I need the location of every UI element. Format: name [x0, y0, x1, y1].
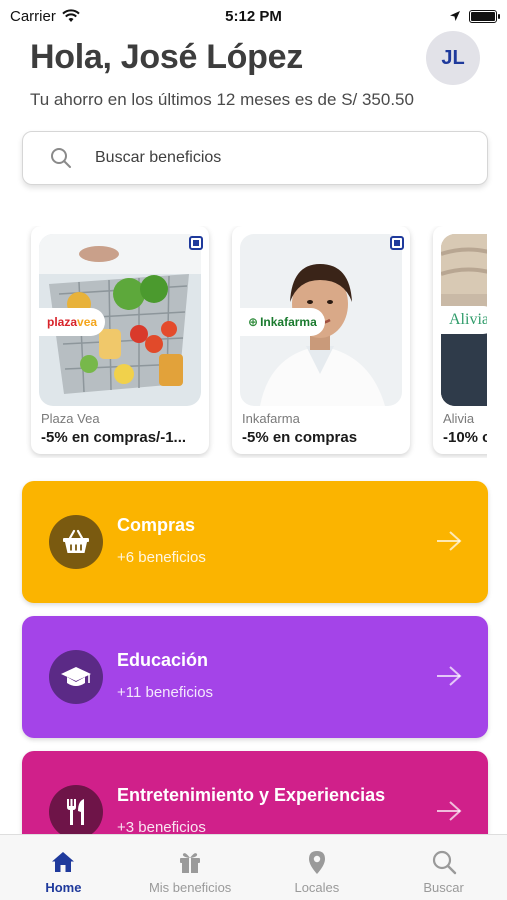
tab-home[interactable]: Home — [0, 835, 127, 900]
offer-image: Alivia — [441, 234, 487, 406]
store-logo: ⊕ Inkafarma — [240, 308, 325, 336]
location-arrow-icon — [450, 11, 460, 21]
arrow-right-icon[interactable] — [436, 530, 462, 552]
card-offer-text: -5% en compras/-1... — [41, 429, 187, 446]
tab-label: Home — [45, 880, 82, 895]
offer-card-inkafarma[interactable]: ⊕ Inkafarma Inkafarma -5% en compras — [232, 226, 410, 454]
card-store-name: Plaza Vea — [41, 411, 100, 426]
status-time: 5:12 PM — [225, 7, 282, 25]
category-count: +11 beneficios — [117, 684, 214, 701]
tab-label: Mis beneficios — [148, 880, 232, 895]
card-store-name: Alivia — [443, 411, 475, 426]
card-store-name: Inkafarma — [242, 411, 300, 426]
status-bar: Carrier 5:12 PM — [0, 0, 507, 32]
category-compras[interactable]: Compras +6 beneficios — [22, 481, 488, 603]
home-icon — [52, 852, 75, 872]
category-count: +6 beneficios — [117, 549, 206, 566]
card-offer-text: -10% c — [443, 429, 487, 446]
status-right — [449, 9, 500, 23]
offer-image: ⊕ Inkafarma — [240, 234, 402, 406]
category-title: Educación — [117, 650, 209, 670]
search-icon — [51, 148, 71, 168]
avatar[interactable]: JL — [426, 31, 480, 85]
search-bar[interactable] — [22, 131, 488, 185]
status-left: Carrier — [10, 8, 80, 25]
bottom-tab-bar: Home Mis beneficios Locales Buscar — [0, 834, 507, 900]
location-pin-icon — [308, 851, 325, 874]
battery-icon — [469, 9, 500, 23]
card-offer-text: -5% en compras — [242, 429, 358, 446]
tab-buscar[interactable]: Buscar — [380, 835, 507, 900]
tab-mis-beneficios[interactable]: Mis beneficios — [127, 835, 254, 900]
store-logo: Alivia — [441, 306, 487, 334]
bookmark-icon[interactable] — [390, 236, 404, 250]
offer-card-alivia[interactable]: Alivia Alivia -10% c — [433, 226, 487, 454]
store-logo: plaza vea — [39, 308, 106, 336]
basket-icon — [49, 515, 103, 569]
arrow-right-icon[interactable] — [436, 800, 462, 822]
bookmark-icon[interactable] — [189, 236, 203, 250]
tab-locales[interactable]: Locales — [254, 835, 381, 900]
wifi-icon — [62, 9, 80, 22]
gift-icon — [180, 853, 201, 873]
offer-card-plaza-vea[interactable]: plaza vea Plaza Vea -5% en compras/-1... — [31, 226, 209, 454]
category-title: Entretenimiento y Experiencias — [117, 785, 386, 805]
greeting-title: Hola, José López — [30, 38, 303, 76]
arrow-right-icon[interactable] — [436, 665, 462, 687]
graduation-cap-icon — [49, 650, 103, 704]
search-icon — [432, 850, 456, 875]
offer-image: plaza vea — [39, 234, 201, 406]
offers-carousel[interactable]: plaza vea Plaza Vea -5% en compras/-1... … — [26, 226, 487, 458]
tab-label: Locales — [294, 880, 340, 895]
category-educacion[interactable]: Educación +11 beneficios — [22, 616, 488, 738]
fork-knife-icon — [49, 785, 103, 839]
search-input[interactable] — [95, 149, 435, 167]
category-title: Compras — [117, 515, 196, 535]
tab-label: Buscar — [423, 880, 464, 895]
savings-summary: Tu ahorro en los últimos 12 meses es de … — [30, 90, 414, 109]
carrier-label: Carrier — [10, 7, 56, 25]
